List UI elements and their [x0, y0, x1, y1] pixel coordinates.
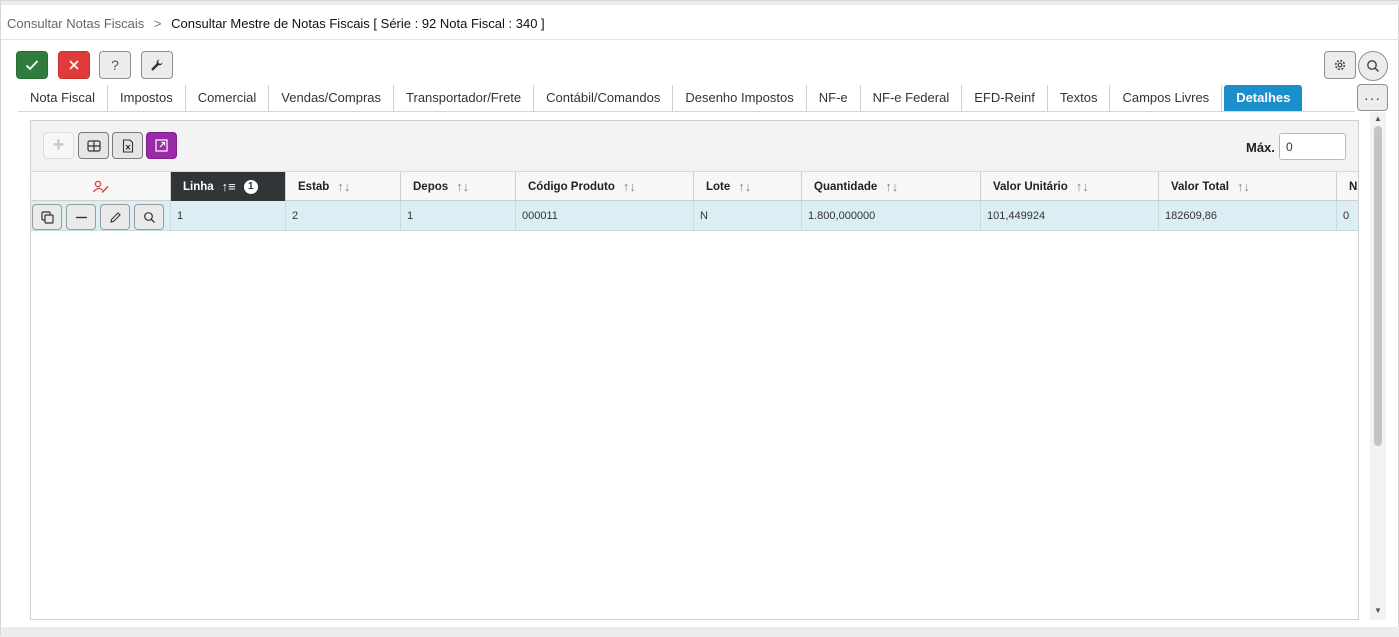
- table-row[interactable]: 1 2 1 000011 N 1.800,000000 101,449924 182609,8…: [31, 201, 1358, 231]
- column-header-1[interactable]: Estab ↑↓: [286, 172, 401, 201]
- sort-icon[interactable]: ↑↓: [885, 179, 898, 194]
- column-header-label: Linha: [183, 180, 214, 193]
- sort-icon[interactable]: ↑↓: [1237, 179, 1250, 194]
- breadcrumb-current: Consultar Mestre de Notas Fiscais [ Séri…: [171, 16, 545, 31]
- scroll-thumb[interactable]: [1374, 126, 1382, 446]
- tab-comercial[interactable]: Comercial: [186, 85, 270, 111]
- expand-icon: [155, 139, 168, 152]
- search-icon: [1367, 60, 1380, 73]
- export-excel-button[interactable]: [112, 132, 143, 159]
- column-header-4[interactable]: Lote ↑↓: [694, 172, 802, 201]
- tab-nota-fiscal[interactable]: Nota Fiscal: [18, 85, 109, 111]
- tab-bar: Nota Fiscal Impostos Comercial Vendas/Compr…: [18, 85, 1303, 111]
- check-icon: [25, 60, 39, 71]
- cancel-button[interactable]: [58, 51, 90, 79]
- column-header-label: N: [1349, 180, 1358, 193]
- breadcrumb-separator: >: [153, 16, 162, 31]
- confirm-button[interactable]: [16, 51, 48, 79]
- column-header-label: Quantidade: [814, 180, 878, 193]
- tab-nf-e-federal[interactable]: NF-e Federal: [861, 85, 963, 111]
- table-cell: 1: [401, 201, 516, 231]
- tab-efd-reinf[interactable]: EFD-Reinf: [962, 85, 1048, 111]
- details-grid-panel: + Máx. Linha↑≡1Estab↑↓Depos↑↓Código Prod…: [30, 120, 1359, 620]
- plus-icon: +: [52, 134, 65, 156]
- tab-cont-bil-comandos[interactable]: Contábil/Comandos: [534, 85, 674, 111]
- clear-filter-icon[interactable]: [92, 180, 110, 194]
- grid-header: Linha ↑≡ 1 Estab ↑↓ Depos ↑↓ Código Produto ↑↓ Lo…: [31, 172, 1358, 201]
- search-icon: [143, 211, 155, 223]
- pencil-icon: [109, 211, 121, 223]
- tab-textos[interactable]: Textos: [1048, 85, 1111, 111]
- column-header-6[interactable]: Valor Unitário ↑↓: [981, 172, 1159, 201]
- clear-filter-cell: [31, 172, 171, 201]
- table-cell: 1: [171, 201, 286, 231]
- global-search-button[interactable]: [1358, 51, 1388, 81]
- max-rows-label: Máx.: [1246, 140, 1275, 155]
- close-icon: [69, 60, 79, 70]
- minus-icon: [75, 216, 87, 218]
- column-header-0[interactable]: Linha ↑≡ 1: [171, 172, 286, 201]
- scroll-up-icon[interactable]: ▲: [1374, 114, 1382, 123]
- app-window: Consultar Notas Fiscais > Consultar Mest…: [0, 0, 1399, 637]
- breadcrumb: Consultar Notas Fiscais > Consultar Mest…: [7, 16, 545, 31]
- tools-button[interactable]: [141, 51, 173, 79]
- tab-campos-livres[interactable]: Campos Livres: [1110, 85, 1223, 111]
- column-header-8[interactable]: N: [1337, 172, 1358, 201]
- add-row-button[interactable]: +: [43, 132, 74, 159]
- gear-icon: [1334, 59, 1346, 71]
- remove-row-button[interactable]: [66, 204, 96, 230]
- view-row-button[interactable]: [134, 204, 164, 230]
- grid-toolbar: + Máx.: [31, 121, 1358, 172]
- settings-button[interactable]: [1324, 51, 1356, 79]
- tab-detalhes[interactable]: Detalhes: [1224, 85, 1303, 111]
- tab-nf-e[interactable]: NF-e: [807, 85, 861, 111]
- excel-icon: [122, 138, 133, 153]
- column-header-5[interactable]: Quantidade ↑↓: [802, 172, 981, 201]
- tab-transportador-frete[interactable]: Transportador/Frete: [394, 85, 535, 111]
- column-header-label: Valor Unitário: [993, 180, 1068, 193]
- sort-icon[interactable]: ↑↓: [1076, 179, 1089, 194]
- column-header-7[interactable]: Valor Total ↑↓: [1159, 172, 1337, 201]
- more-tabs-button[interactable]: ···: [1357, 84, 1388, 111]
- tab-vendas-compras[interactable]: Vendas/Compras: [269, 85, 395, 111]
- wrench-icon: [151, 59, 163, 71]
- breadcrumb-parent-link[interactable]: Consultar Notas Fiscais: [7, 16, 144, 31]
- table-cell: 2: [286, 201, 401, 231]
- table-cell: N: [694, 201, 802, 231]
- table-cell: 182609,86: [1159, 201, 1337, 231]
- grid-icon: [86, 139, 101, 152]
- sort-ascending-icon[interactable]: ↑≡: [222, 179, 236, 194]
- copy-row-button[interactable]: [32, 204, 62, 230]
- copy-icon: [40, 210, 54, 224]
- scroll-down-icon[interactable]: ▼: [1374, 606, 1382, 615]
- sort-icon[interactable]: ↑↓: [337, 179, 350, 194]
- header-divider: [1, 39, 1399, 40]
- help-button[interactable]: ?: [99, 51, 131, 79]
- row-actions-cell: [31, 201, 171, 231]
- max-rows-input[interactable]: [1279, 133, 1346, 160]
- top-strip: [1, 1, 1399, 5]
- column-header-label: Valor Total: [1171, 180, 1229, 193]
- table-cell: 1.800,000000: [802, 201, 981, 231]
- column-header-3[interactable]: Código Produto ↑↓: [516, 172, 694, 201]
- tab-desenho-impostos[interactable]: Desenho Impostos: [673, 85, 807, 111]
- tab-impostos[interactable]: Impostos: [108, 85, 186, 111]
- grid-view-button[interactable]: [78, 132, 109, 159]
- table-cell: 000011: [516, 201, 694, 231]
- column-header-label: Código Produto: [528, 180, 615, 193]
- sort-icon[interactable]: ↑↓: [738, 179, 751, 194]
- table-cell: 101,449924: [981, 201, 1159, 231]
- sort-icon[interactable]: ↑↓: [456, 179, 469, 194]
- column-header-label: Lote: [706, 180, 731, 193]
- column-header-label: Depos: [413, 180, 449, 193]
- table-cell: 0: [1337, 201, 1358, 231]
- sort-order-badge: 1: [243, 179, 258, 194]
- column-header-label: Estab: [298, 180, 330, 193]
- sort-icon[interactable]: ↑↓: [623, 179, 636, 194]
- expand-grid-button[interactable]: [146, 132, 177, 159]
- column-header-2[interactable]: Depos ↑↓: [401, 172, 516, 201]
- tab-divider: [18, 111, 1355, 112]
- edit-row-button[interactable]: [100, 204, 130, 230]
- vertical-scrollbar[interactable]: ▲ ▼: [1370, 112, 1386, 620]
